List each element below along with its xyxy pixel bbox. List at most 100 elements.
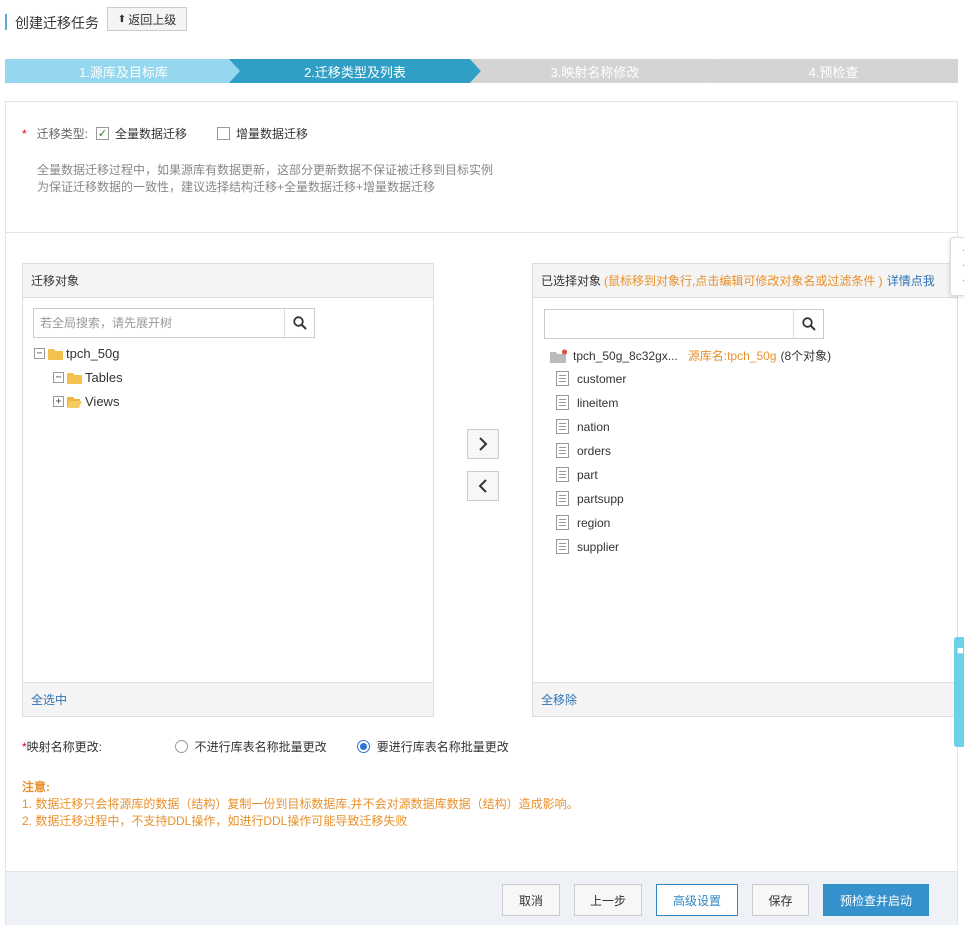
table-name: part (577, 467, 598, 482)
chat-icon: ■ (957, 645, 964, 657)
footer-bar (6, 871, 957, 925)
precheck-start-button[interactable]: 预检查并启动 (823, 884, 929, 916)
warning-line: 1. 数据迁移只会将源库的数据（结构）复制一份到目标数据库,并不会对源数据库数据… (22, 797, 579, 811)
incremental-migration-label: 增量数据迁移 (236, 127, 309, 141)
step-3: 3.映射名称修改 (470, 59, 720, 83)
search-button[interactable] (284, 309, 314, 337)
step-1-label: 1.源库及目标库 (79, 64, 168, 80)
advanced-settings-button[interactable]: 高级设置 (656, 884, 738, 916)
cancel-button[interactable]: 取消 (502, 884, 560, 916)
source-panel-header: 迁移对象 (23, 264, 433, 298)
step-4-label: 4.预检查 (808, 64, 859, 80)
search-icon (801, 317, 816, 331)
list-item[interactable]: supplier (556, 539, 619, 554)
tree-node-tables[interactable]: − Tables (53, 370, 123, 385)
warning-title: 注意: (22, 780, 50, 794)
full-migration-label: 全量数据迁移 (115, 127, 188, 141)
tree-node-label: tpch_50g (66, 346, 120, 361)
chevron-left-icon (478, 479, 487, 493)
back-button[interactable]: ⬆ 返回上级 (107, 7, 187, 31)
table-name: nation (577, 419, 610, 434)
step-2: 2.迁移类型及列表 (229, 59, 481, 83)
selected-db-name: tpch_50g_8c32gx... (573, 348, 678, 363)
batch-rename-label: 要进行库表名称批量更改 (376, 740, 509, 754)
list-item[interactable]: partsupp (556, 491, 624, 506)
source-search-box (33, 308, 315, 338)
list-item[interactable]: nation (556, 419, 610, 434)
remove-all-link[interactable]: 全移除 (533, 682, 957, 716)
list-item[interactable]: orders (556, 443, 611, 458)
no-batch-rename-label: 不进行库表名称批量更改 (194, 740, 327, 754)
tree-node-db[interactable]: − tpch_50g (34, 346, 120, 361)
divider (6, 232, 957, 233)
database-folder-icon (550, 348, 568, 363)
collapse-toggle[interactable]: − (34, 348, 45, 359)
table-doc-icon (556, 467, 569, 482)
selected-search-input[interactable] (545, 310, 793, 338)
tree-node-views[interactable]: + Views (53, 394, 119, 409)
table-name: region (577, 515, 611, 530)
move-left-button[interactable] (467, 471, 499, 501)
selected-panel-hint: (鼠标移到对象行,点击编辑可修改对象名或过滤条件 ) (604, 274, 883, 288)
collapse-toggle[interactable]: − (53, 372, 64, 383)
selected-panel-header: 已选择对象 (鼠标移到对象行,点击编辑可修改对象名或过滤条件 ) 详情点我 (533, 264, 957, 298)
expand-toggle[interactable]: + (53, 396, 64, 407)
list-item[interactable]: part (556, 467, 598, 482)
note-line: 为保证迁移数据的一致性，建议选择结构迁移+全量数据迁移+增量数据迁移 (37, 180, 436, 194)
selected-search-box (544, 309, 824, 339)
table-name: orders (577, 443, 612, 458)
full-migration-checkbox[interactable]: ✓ (96, 127, 110, 140)
list-item[interactable]: lineitem (556, 395, 618, 410)
list-item[interactable]: customer (556, 371, 626, 386)
note-line: 全量数据迁移过程中，如果源库有数据更新，这部分更新数据不保证被迁移到目标实例 (37, 163, 494, 177)
title-accent-bar (5, 14, 7, 30)
selected-db-row[interactable]: tpch_50g_8c32gx... 源库名:tpch_50g (8个对象) (550, 347, 831, 364)
source-panel-title: 迁移对象 (31, 274, 80, 288)
save-button[interactable]: 保存 (752, 884, 809, 916)
migration-type-label: 迁移类型: (36, 127, 89, 141)
step-3-label: 3.映射名称修改 (550, 64, 640, 80)
step-1: 1.源库及目标库 (5, 59, 242, 83)
required-asterisk: * (22, 126, 27, 141)
warning-notice: 注意: 1. 数据迁移只会将源库的数据（结构）复制一份到目标数据库,并不会对源数… (22, 779, 579, 830)
table-name: partsupp (577, 491, 624, 506)
table-doc-icon (556, 515, 569, 530)
warning-line: 2. 数据迁移过程中，不支持DDL操作，如进行DDL操作可能导致迁移失败 (22, 814, 408, 828)
table-name: supplier (577, 539, 620, 554)
contact-sidebar-tab[interactable]: ■ (954, 637, 964, 747)
step-4: 4.预检查 (709, 59, 958, 83)
no-batch-rename-radio[interactable] (174, 740, 188, 753)
migration-note: 全量数据迁移过程中，如果源库有数据更新，这部分更新数据不保证被迁移到目标实例 为… (37, 162, 493, 196)
tree-node-label: Views (85, 394, 120, 409)
search-button[interactable] (793, 310, 823, 338)
table-name: customer (577, 371, 627, 386)
table-doc-icon (556, 395, 569, 410)
table-doc-icon (556, 491, 569, 506)
select-all-link[interactable]: 全选中 (23, 682, 433, 716)
details-link[interactable]: 详情点我 (887, 272, 935, 289)
page-title: 创建迁移任务 (15, 15, 99, 31)
list-item[interactable]: region (556, 515, 610, 530)
help-tooltip[interactable]: · · · (950, 237, 964, 296)
move-right-button[interactable] (467, 429, 499, 459)
folder-icon (67, 372, 82, 384)
selected-panel-title: 已选择对象 (541, 274, 602, 288)
mapping-row: * 映射名称更改: 不进行库表名称批量更改 要进行库表名称批量更改 (22, 738, 562, 755)
folder-icon (48, 348, 63, 360)
up-arrow-icon: ⬆ (117, 13, 127, 25)
prev-step-button[interactable]: 上一步 (574, 884, 642, 916)
migration-type-row: * 迁移类型: ✓ 全量数据迁移 增量数据迁移 (22, 125, 308, 142)
source-search-input[interactable] (34, 309, 284, 337)
incremental-migration-checkbox[interactable] (217, 127, 231, 140)
selected-db-source: 源库名:tpch_50g (687, 349, 777, 363)
mapping-label: 映射名称更改: (26, 740, 103, 754)
batch-rename-radio[interactable] (356, 740, 370, 753)
table-doc-icon (556, 539, 569, 554)
search-icon (292, 316, 307, 330)
step-2-label: 2.迁移类型及列表 (304, 64, 406, 80)
table-doc-icon (556, 419, 569, 434)
selected-db-count: (8个对象) (780, 349, 832, 363)
chevron-right-icon (479, 437, 488, 451)
folder-open-icon (67, 396, 82, 408)
back-button-label: 返回上级 (128, 12, 177, 27)
